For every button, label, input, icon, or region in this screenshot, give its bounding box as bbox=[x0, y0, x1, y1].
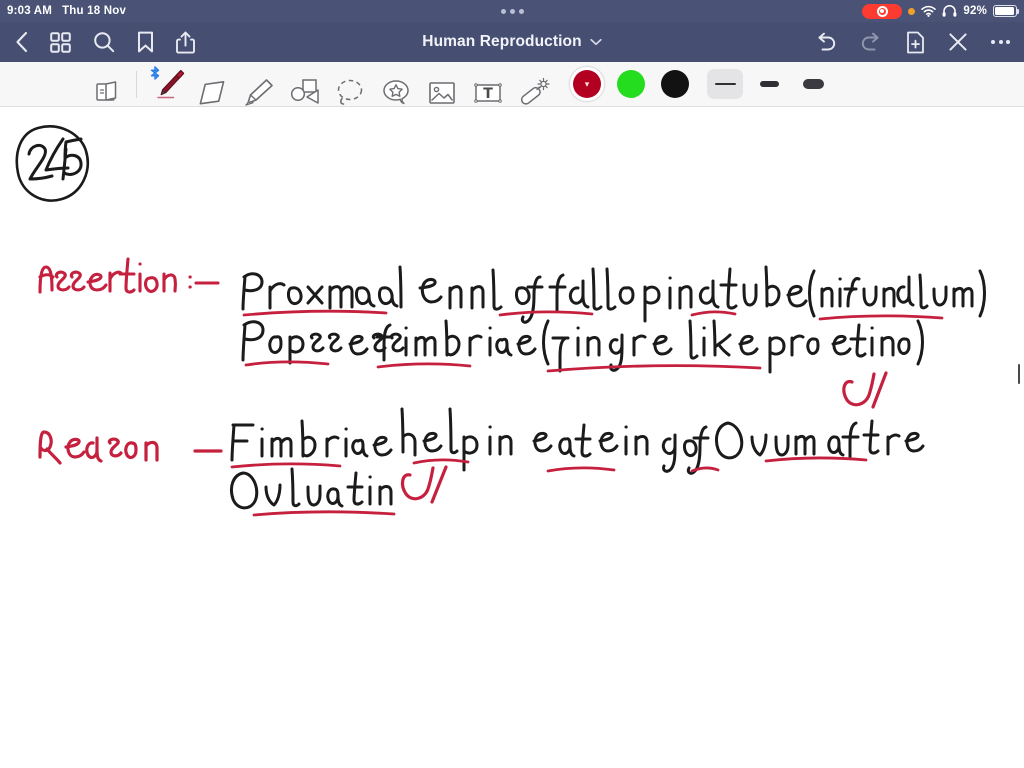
close-button[interactable] bbox=[948, 32, 968, 52]
notetaking-app-window: 9:03 AM Thu 18 Nov 92% Human Reproductio… bbox=[0, 0, 1024, 768]
battery-percent-label: 92% bbox=[963, 5, 987, 17]
color-swatch-green[interactable] bbox=[617, 70, 645, 98]
multitasking-drag-handle[interactable] bbox=[500, 8, 524, 14]
page-tool[interactable] bbox=[84, 62, 130, 107]
svg-text:T: T bbox=[483, 86, 493, 102]
headphones-icon bbox=[942, 5, 957, 17]
undo-button[interactable] bbox=[814, 32, 837, 53]
bluetooth-icon bbox=[150, 65, 160, 80]
status-date: Thu 18 Nov bbox=[62, 5, 127, 17]
status-bar-right: 92% bbox=[862, 3, 1024, 19]
status-time: 9:03 AM bbox=[7, 5, 53, 17]
more-options-button[interactable] bbox=[991, 40, 1010, 44]
drawing-toolbar: T ▾ bbox=[0, 62, 1024, 107]
redo-button[interactable] bbox=[860, 32, 883, 53]
app-navigation-bar: Human Reproduction bbox=[0, 22, 1024, 62]
orange-privacy-dot-icon bbox=[908, 7, 916, 15]
stroke-width-thick[interactable] bbox=[795, 69, 831, 99]
record-indicator-icon bbox=[862, 3, 903, 19]
stroke-width-medium[interactable] bbox=[751, 69, 787, 99]
search-button[interactable] bbox=[93, 31, 115, 53]
stroke-width-thin[interactable] bbox=[707, 69, 743, 99]
bookmark-button[interactable] bbox=[137, 31, 154, 53]
pen-tool[interactable] bbox=[143, 62, 189, 107]
image-tool[interactable] bbox=[419, 62, 465, 107]
status-bar: 9:03 AM Thu 18 Nov 92% bbox=[0, 0, 1024, 22]
eraser-tool[interactable] bbox=[189, 62, 235, 107]
wifi-icon bbox=[921, 5, 937, 17]
nav-left-group bbox=[0, 31, 195, 54]
add-page-button[interactable] bbox=[906, 31, 925, 54]
shapes-tool[interactable] bbox=[281, 62, 327, 107]
battery-icon bbox=[993, 5, 1019, 17]
note-canvas[interactable]: 245 bbox=[0, 107, 1024, 768]
back-button[interactable] bbox=[15, 31, 28, 53]
highlighter-tool[interactable] bbox=[235, 62, 281, 107]
page-grid-button[interactable] bbox=[50, 31, 71, 53]
color-palette: ▾ bbox=[573, 70, 689, 98]
sticker-tool[interactable] bbox=[373, 62, 419, 107]
nav-right-group bbox=[814, 31, 1024, 54]
color-swatch-black[interactable] bbox=[661, 70, 689, 98]
chevron-down-icon[interactable] bbox=[590, 38, 602, 46]
magic-wand-tool[interactable] bbox=[511, 62, 557, 107]
lasso-tool[interactable] bbox=[327, 62, 373, 107]
share-button[interactable] bbox=[176, 31, 195, 54]
text-tool[interactable]: T bbox=[465, 62, 511, 107]
chevron-down-icon: ▾ bbox=[584, 79, 590, 89]
handwriting-ink bbox=[38, 257, 1020, 517]
page-title: Human Reproduction bbox=[422, 33, 582, 50]
toolbar-divider bbox=[136, 70, 137, 98]
status-bar-left: 9:03 AM Thu 18 Nov bbox=[0, 5, 126, 17]
color-swatch-dark-red[interactable]: ▾ bbox=[573, 70, 601, 98]
stroke-width-group bbox=[707, 69, 839, 99]
